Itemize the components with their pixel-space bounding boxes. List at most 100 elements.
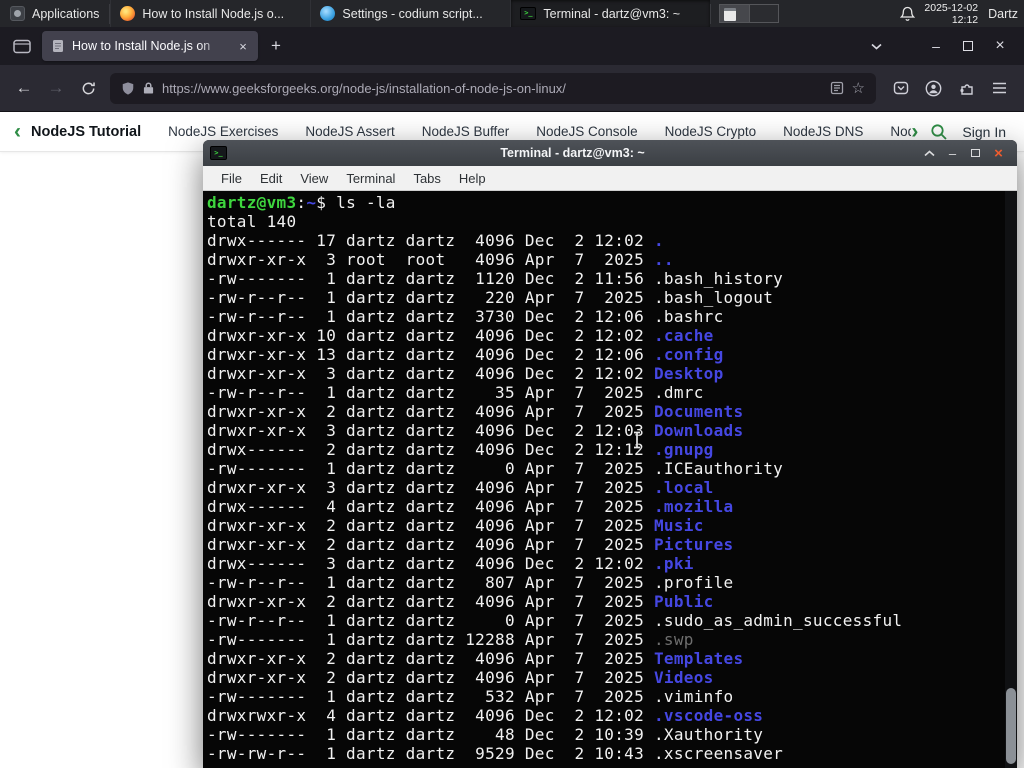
- url-bar[interactable]: https://www.geeksforgeeks.org/node-js/in…: [110, 72, 876, 104]
- user-menu[interactable]: Dartz: [988, 7, 1018, 21]
- terminal-text: .swp: [653, 630, 694, 649]
- taskbar-button[interactable]: Settings - codium script...: [310, 0, 510, 27]
- account-icon: [925, 80, 942, 96]
- menu-item-view[interactable]: View: [291, 171, 337, 186]
- menu-item-edit[interactable]: Edit: [251, 171, 291, 186]
- terminal-text: -rw------- 1 dartz dartz 0 Apr 7 2025: [207, 459, 654, 478]
- terminal-text: -rw-r--r-- 1 dartz dartz 35 Apr 7 2025: [207, 383, 654, 402]
- menu-button[interactable]: [983, 72, 1016, 104]
- terminal-text: Templates: [653, 649, 744, 668]
- search-icon: [931, 123, 948, 140]
- menu-item-file[interactable]: File: [212, 171, 251, 186]
- back-button[interactable]: ←: [8, 72, 40, 104]
- forward-button[interactable]: →: [40, 72, 72, 104]
- workspace-switcher[interactable]: [719, 4, 780, 23]
- terminal-screen[interactable]: dartz@vm3:~$ ls -la total 140 drwx------…: [203, 191, 1017, 768]
- nav-scroll-left[interactable]: ‹: [14, 121, 21, 142]
- scrollbar-thumb[interactable]: [1006, 688, 1016, 764]
- terminal-minimize-button[interactable]: –: [941, 143, 964, 163]
- terminal-text: drwxr-xr-x 13 dartz dartz 4096 Dec 2 12:…: [207, 345, 654, 364]
- sign-in-button[interactable]: Sign In: [962, 124, 1006, 140]
- new-tab-button[interactable]: +: [262, 32, 290, 60]
- bookmark-star-button[interactable]: ☆: [852, 79, 865, 97]
- toolbar-right-icons: [884, 72, 1016, 104]
- firefox-view-icon: [13, 39, 31, 53]
- terminal-text: drwxr-xr-x 2 dartz dartz 4096 Apr 7 2025: [207, 668, 654, 687]
- terminal-window-title: Terminal - dartz@vm3: ~: [500, 146, 645, 160]
- terminal-maximize-button[interactable]: [964, 143, 987, 163]
- window-close-button[interactable]: ×: [984, 30, 1016, 62]
- taskbar-button-label: Terminal - dartz@vm3: ~: [543, 6, 681, 21]
- lock-icon: [143, 82, 154, 94]
- terminal-titlebar[interactable]: Terminal - dartz@vm3: ~ – ×: [203, 140, 1017, 166]
- list-all-tabs-button[interactable]: [862, 32, 890, 60]
- menu-item-help[interactable]: Help: [450, 171, 495, 186]
- terminal-text: .ICEauthority: [653, 459, 784, 478]
- terminal-text: Videos: [653, 668, 714, 687]
- terminal-text: $ ls -la: [316, 193, 396, 212]
- nav-item[interactable]: NodeJS Console: [536, 124, 637, 139]
- nav-item[interactable]: NodeJS Buffer: [422, 124, 510, 139]
- taskbar-button-label: How to Install Node.js o...: [142, 6, 285, 21]
- panel-clock[interactable]: 2025-12-02 12:12: [924, 2, 978, 26]
- workspace-2[interactable]: [749, 5, 779, 22]
- terminal-text: Desktop: [653, 364, 724, 383]
- terminal-text: drwxr-xr-x 2 dartz dartz 4096 Apr 7 2025: [207, 649, 654, 668]
- firefox-view-button[interactable]: [8, 32, 36, 60]
- notifications-button[interactable]: [894, 0, 920, 27]
- taskbar-button[interactable]: How to Install Node.js o...: [110, 0, 310, 27]
- terminal-close-button[interactable]: ×: [987, 143, 1010, 163]
- hamburger-icon: [993, 82, 1006, 94]
- terminal-text: .mozilla: [653, 497, 734, 516]
- terminal-text: .pki: [653, 554, 694, 573]
- top-panel: Applications How to Install Node.js o...…: [0, 0, 1024, 27]
- terminal-text: Downloads: [653, 421, 744, 440]
- pocket-icon: [893, 81, 908, 95]
- terminal-text: total 140: [207, 212, 297, 231]
- menu-item-tabs[interactable]: Tabs: [404, 171, 449, 186]
- menu-item-terminal[interactable]: Terminal: [337, 171, 404, 186]
- terminal-text: drwxr-xr-x 3 dartz dartz 4096 Dec 2 12:0…: [207, 364, 654, 383]
- nav-item[interactable]: NodeJS Assert: [305, 124, 394, 139]
- reload-button[interactable]: [72, 72, 104, 104]
- desktop-screen: Applications How to Install Node.js o...…: [0, 0, 1024, 768]
- terminal-text: drwxr-xr-x 2 dartz dartz 4096 Apr 7 2025: [207, 402, 654, 421]
- terminal-text: .: [653, 231, 664, 250]
- applications-icon: [10, 6, 25, 21]
- nav-scroll-right[interactable]: ›: [911, 121, 918, 142]
- nav-item[interactable]: NodeJS Tutorial: [31, 124, 141, 140]
- terminal-text: Public: [653, 592, 714, 611]
- tracking-shield-icon: [122, 81, 134, 95]
- terminal-text: drwxr-xr-x 2 dartz dartz 4096 Apr 7 2025: [207, 535, 654, 554]
- pocket-button[interactable]: [884, 72, 917, 104]
- terminal-text: -rw------- 1 dartz dartz 12288 Apr 7 202…: [207, 630, 654, 649]
- terminal-text: .bashrc: [653, 307, 724, 326]
- nav-item[interactable]: NodeJS Crypto: [665, 124, 757, 139]
- clock-date: 2025-12-02: [924, 1, 979, 14]
- terminal-text: .gnupg: [653, 440, 714, 459]
- nav-item[interactable]: NodeJS Exercises: [168, 124, 278, 139]
- browser-tab[interactable]: How to Install Node.js on ×: [42, 31, 258, 61]
- applications-menu[interactable]: Applications: [0, 0, 109, 27]
- terminal-window: Terminal - dartz@vm3: ~ – × FileEditView…: [203, 140, 1017, 768]
- window-minimize-button[interactable]: –: [920, 30, 952, 62]
- terminal-text: drwxr-xr-x 10 dartz dartz 4096 Dec 2 12:…: [207, 326, 654, 345]
- window-maximize-button[interactable]: [952, 30, 984, 62]
- nav-item[interactable]: Node: [890, 124, 911, 139]
- taskbar-button[interactable]: Terminal - dartz@vm3: ~: [510, 0, 711, 27]
- terminal-text: drwxrwxr-x 4 dartz dartz 4096 Dec 2 12:0…: [207, 706, 654, 725]
- terminal-shade-button[interactable]: [918, 143, 941, 163]
- terminal-text: drwxr-xr-x 3 root root 4096 Apr 7 2025: [207, 250, 654, 269]
- account-button[interactable]: [917, 72, 950, 104]
- terminal-text: -rw------- 1 dartz dartz 1120 Dec 2 11:5…: [207, 269, 654, 288]
- terminal-text: drwx------ 3 dartz dartz 4096 Dec 2 12:0…: [207, 554, 654, 573]
- reader-view-icon[interactable]: [830, 81, 844, 95]
- nav-item[interactable]: NodeJS DNS: [783, 124, 863, 139]
- tab-close-button[interactable]: ×: [233, 36, 253, 56]
- terminal-text: .viminfo: [653, 687, 734, 706]
- terminal-text: drwxr-xr-x 3 dartz dartz 4096 Apr 7 2025: [207, 478, 654, 497]
- workspace-1[interactable]: [720, 5, 750, 22]
- extensions-button[interactable]: [950, 72, 983, 104]
- terminal-scrollbar[interactable]: [1005, 191, 1017, 768]
- terminal-text: drwxr-xr-x 2 dartz dartz 4096 Apr 7 2025: [207, 592, 654, 611]
